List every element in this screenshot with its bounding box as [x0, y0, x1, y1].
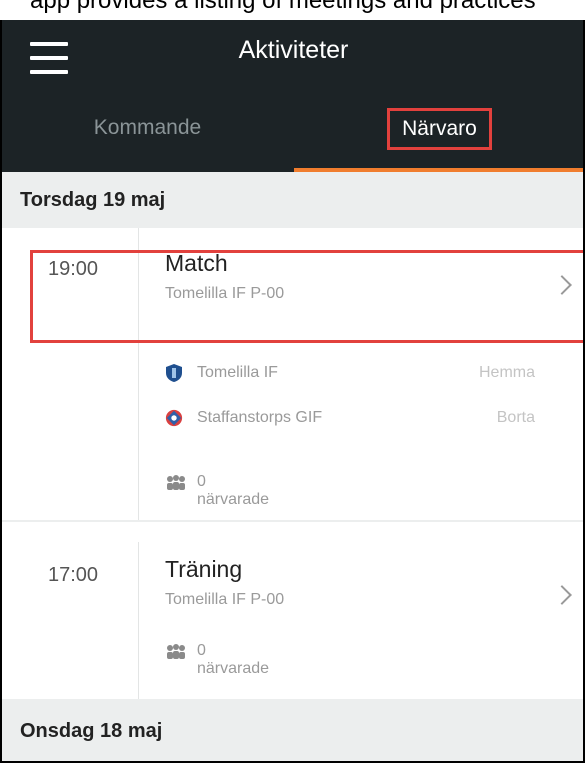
team-venue: Borta — [496, 409, 535, 426]
team-row-home: Tomelilla IF Hemma — [165, 362, 535, 384]
shield-logo-icon — [166, 364, 182, 382]
activity-time: 19:00 — [48, 258, 99, 280]
activity-team: Tomelilla IF P-00 — [165, 285, 285, 302]
tab-bar: Kommande Närvaro — [2, 100, 583, 172]
timeline-divider — [138, 228, 139, 520]
team-name: Tomelilla IF — [197, 364, 278, 381]
team-name: Staffanstorps GIF — [197, 409, 323, 426]
activity-title: Match — [165, 250, 228, 276]
attendance-label: 0 närvarade — [197, 642, 270, 677]
timeline-divider — [138, 542, 139, 699]
activity-card-traning[interactable]: 17:00 Träning Tomelilla IF P-00 0 närvar… — [2, 522, 583, 699]
chevron-right-icon[interactable] — [552, 585, 572, 605]
team-venue: Hemma — [478, 364, 535, 381]
page-title: Aktiviteter — [238, 36, 349, 64]
tab-narvaro-label: Närvaro — [387, 108, 492, 150]
activity-card-match[interactable]: 19:00 Match Tomelilla IF P-00 Tomelilla … — [2, 228, 583, 520]
day-header: Torsdag 19 maj — [2, 172, 583, 228]
tab-narvaro[interactable]: Närvaro — [294, 100, 583, 172]
activity-title: Träning — [165, 556, 243, 582]
activity-team: Tomelilla IF P-00 — [165, 591, 285, 608]
tab-kommande[interactable]: Kommande — [2, 100, 293, 172]
attendance-label: 0 närvarade — [197, 473, 270, 508]
caption-text: app provides a listing of meetings and p… — [0, 0, 585, 20]
activity-time: 17:00 — [48, 564, 99, 586]
team-row-away: Staffanstorps GIF Borta — [165, 407, 535, 429]
badge-logo-icon — [165, 409, 183, 427]
day-header: Onsdag 18 maj — [2, 699, 583, 761]
phone-screen: Aktiviteter Kommande Närvaro Torsdag 19 … — [0, 20, 585, 763]
tab-kommande-label: Kommande — [93, 116, 202, 139]
people-icon — [167, 475, 185, 490]
chevron-right-icon[interactable] — [552, 275, 572, 295]
people-icon — [167, 644, 185, 659]
app-bar: Aktiviteter Kommande Närvaro — [2, 20, 583, 172]
